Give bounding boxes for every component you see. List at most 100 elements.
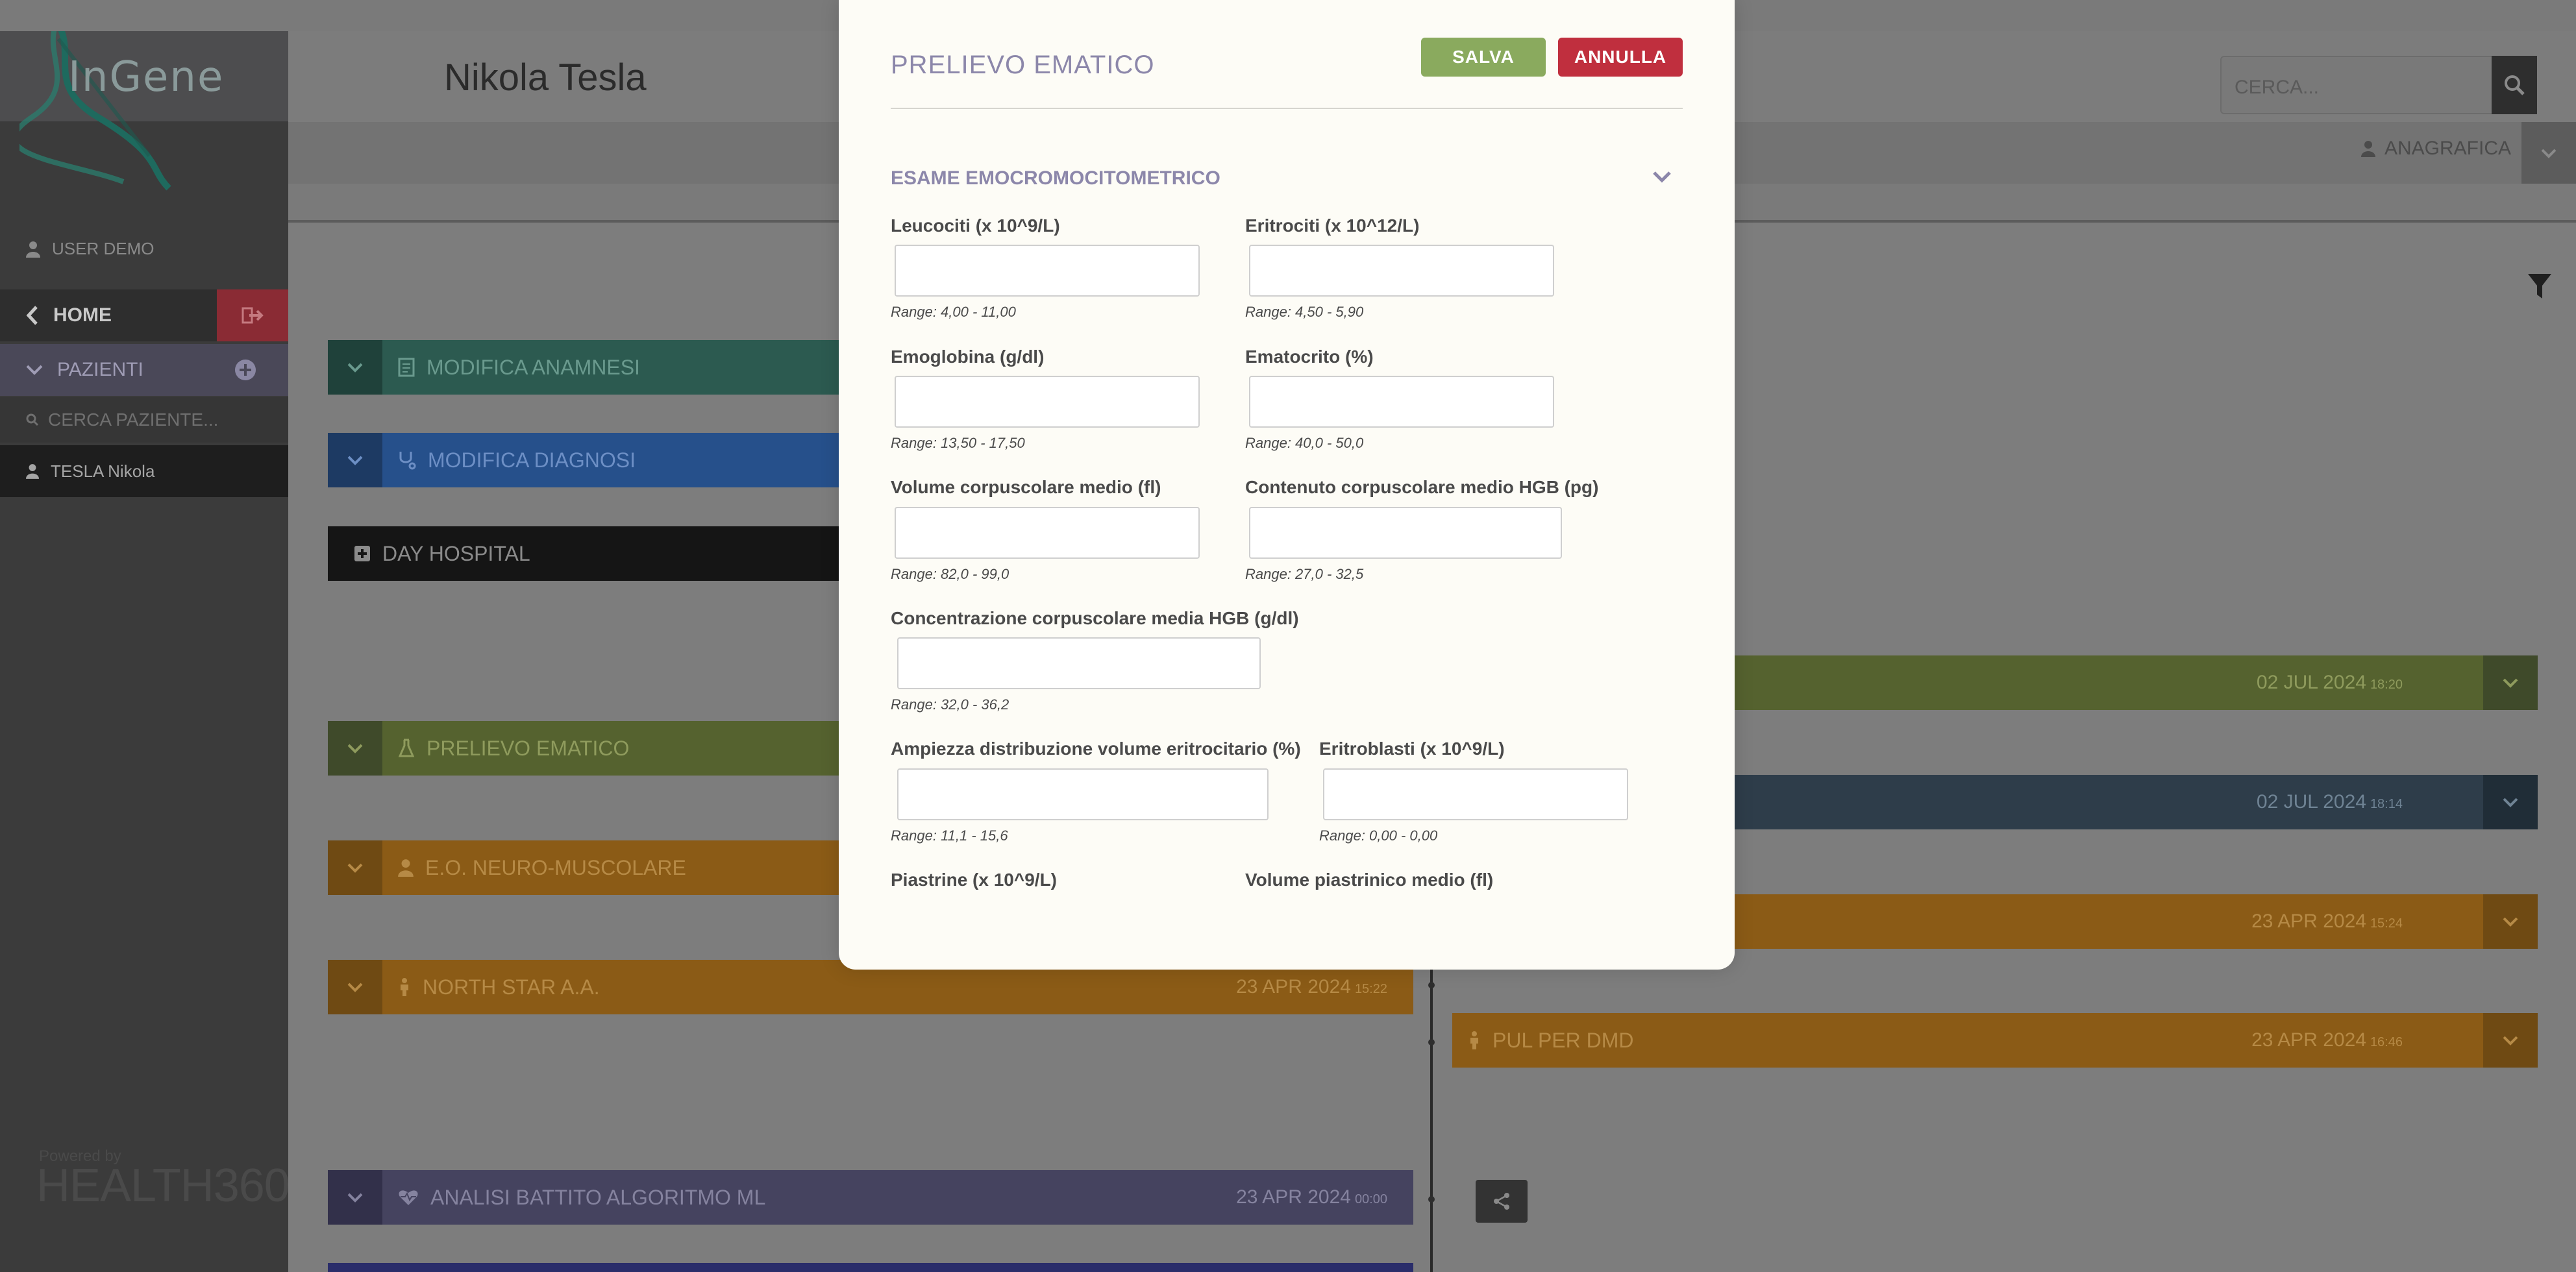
field-range: Range: 82,0 - 99,0 [891,566,1009,582]
field-label: Volume piastrinico medio (fl) [1245,870,1494,890]
logout-button[interactable] [217,289,288,341]
ematocrito-input[interactable] [1249,376,1554,428]
plus-square-icon [354,546,370,561]
chevron-down-icon [2503,798,2518,807]
field-label: Contenuto corpuscolare medio HGB (pg) [1245,477,1599,497]
card-date: 23 APR 2024 15:24 [2251,911,2403,932]
leucociti-input[interactable] [895,245,1200,297]
brand-logo: HEALTH360 [36,1160,290,1212]
cancel-button[interactable]: ANNULLA [1558,38,1683,77]
search-icon [2505,75,2525,95]
patient-list-item[interactable]: TESLA Nikola [0,445,288,497]
expand-button[interactable] [2483,655,2538,710]
anagrafica-label: ANAGRAFICA [2384,138,2511,159]
card-date: 23 APR 2024 15:22 [1236,976,1387,997]
search-button[interactable] [2492,56,2537,114]
anagrafica-toggle[interactable] [2521,122,2576,184]
chevron-down-icon [2503,678,2518,688]
timeline-card[interactable]: DAY HOSPITAL [328,526,847,581]
chevron-down-icon [347,456,363,465]
timeline-card[interactable]: E.O. NEURO-MUSCOLARE [328,840,847,895]
expand-button[interactable] [328,840,382,895]
add-patient-icon[interactable] [234,358,257,382]
field-range: Range: 27,0 - 32,5 [1245,566,1364,582]
chevron-left-icon [26,306,38,325]
contenuto-hgb-input[interactable] [1249,507,1562,559]
timeline-card[interactable]: ANALISI BATTITO ALGORITMO ML 23 APR 2024… [328,1170,1413,1225]
modal-title: PRELIEVO EMATICO [891,51,1155,79]
save-button[interactable]: SALVA [1421,38,1546,77]
rdw-input[interactable] [897,768,1269,820]
user-icon [2360,141,2375,157]
search-icon [26,413,39,426]
chevron-down-icon [2503,917,2518,927]
child-icon [1470,1031,1478,1049]
patient-name: TESLA Nikola [51,461,155,481]
expand-button[interactable] [2483,894,2538,949]
share-button[interactable] [1476,1180,1528,1223]
sidebar-item-label: HOME [53,304,112,326]
card-date: 02 JUL 2024 18:14 [2256,791,2403,813]
anagrafica-link[interactable]: ANAGRAFICA [2360,138,2511,160]
expand-button[interactable] [328,721,382,776]
user-md-icon [398,859,414,877]
expand-button[interactable] [328,433,382,487]
patient-search-placeholder: CERCA PAZIENTE... [48,410,219,430]
volume-corpuscolare-input[interactable] [895,507,1200,559]
timeline-card[interactable]: MODIFICA ANAMNESI [328,340,847,395]
child-icon [401,978,408,996]
chevron-down-icon [347,363,363,373]
card-title: E.O. NEURO-MUSCOLARE [425,855,686,879]
user-icon [26,241,40,258]
field-range: Range: 11,1 - 15,6 [891,827,1008,844]
chevron-down-icon [347,863,363,873]
sidebar-item-label: PAZIENTI [57,359,143,380]
user-menu[interactable]: USER DEMO [26,239,154,259]
expand-button[interactable] [2483,775,2538,829]
timeline-card[interactable]: PRELIEVO EMATICO [328,721,847,776]
timeline-card[interactable]: MODIFICA DIAGNOSI [328,433,847,487]
concentrazione-hgb-input[interactable] [897,637,1261,689]
user-name: USER DEMO [52,239,155,258]
field-label: Ematocrito (%) [1245,347,1374,367]
card-date: 23 APR 2024 16:46 [2251,1029,2403,1051]
timeline-dot [1428,1196,1435,1203]
field-range: Range: 4,50 - 5,90 [1245,304,1364,320]
logo-text: InGene [68,53,225,101]
card-title: NORTH STAR A.A. [423,975,600,999]
section-title: ESAME EMOCROMOCITOMETRICO [891,167,1220,189]
card-title: MODIFICA DIAGNOSI [428,448,636,472]
sidebar: InGene USER DEMO HOME PAZIENTI CERCA PAZ… [0,0,290,1272]
card-date: 02 JUL 2024 18:20 [2256,672,2403,693]
timeline-card[interactable] [328,1263,1413,1272]
field-label: Piastrine (x 10^9/L) [891,870,1058,890]
eritroblasti-input[interactable] [1323,768,1628,820]
sidebar-item-pazienti[interactable]: PAZIENTI [0,344,288,396]
chevron-down-icon [347,1193,363,1203]
prelievo-modal: PRELIEVO EMATICO SALVA ANNULLA ESAME EMO… [839,0,1735,970]
card-title: PRELIEVO EMATICO [427,736,630,760]
search-input[interactable]: CERCA... [2220,56,2493,114]
field-label: Leucociti (x 10^9/L) [891,215,1060,236]
emoglobina-input[interactable] [895,376,1200,428]
chevron-down-icon [2541,149,2557,158]
timeline-dot [1428,1039,1435,1046]
field-label: Concentrazione corpuscolare media HGB (g… [891,608,1299,628]
field-range: Range: 40,0 - 50,0 [1245,435,1364,451]
chevron-down-icon [347,983,363,992]
expand-button[interactable] [328,960,382,1014]
sidebar-item-home[interactable]: HOME [0,289,217,341]
expand-button[interactable] [328,340,382,395]
expand-button[interactable] [328,1170,382,1225]
share-icon [1494,1193,1509,1210]
patient-search-input[interactable]: CERCA PAZIENTE... [0,397,288,443]
expand-button[interactable] [2483,1013,2538,1068]
card-title: ANALISI BATTITO ALGORITMO ML [430,1185,766,1209]
field-label: Volume corpuscolare medio (fl) [891,477,1161,497]
timeline-card[interactable]: PUL PER DMD 23 APR 2024 16:46 [1452,1013,2538,1068]
filter-icon[interactable] [2527,273,2553,301]
chevron-down-icon[interactable] [1652,170,1672,184]
card-title: PUL PER DMD [1492,1028,1634,1052]
eritrociti-input[interactable] [1249,245,1554,297]
card-date: 23 APR 2024 00:00 [1236,1186,1387,1208]
